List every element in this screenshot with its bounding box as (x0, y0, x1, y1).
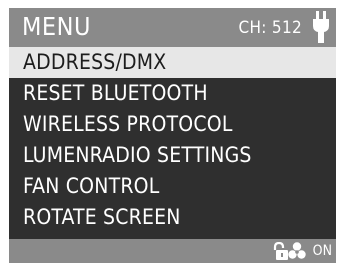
header-bar: MENU CH: 512 (9, 8, 336, 47)
menu-item-fan-control[interactable]: FAN CONTROL (9, 171, 336, 202)
menu-item-wireless-protocol[interactable]: WIRELESS PROTOCOL (9, 109, 336, 140)
menu-item-lumenradio-settings[interactable]: LUMENRADIO SETTINGS (9, 140, 336, 171)
fan-status-text: ON (312, 243, 332, 259)
unlocked-icon (273, 242, 288, 260)
menu-item-address-dmx[interactable]: ADDRESS/DMX (9, 47, 336, 78)
menu-item-label: ROTATE SCREEN (23, 205, 181, 229)
menu-item-rotate-screen[interactable]: ROTATE SCREEN (9, 202, 336, 233)
menu-list: ADDRESS/DMX RESET BLUETOOTH WIRELESS PRO… (9, 47, 336, 233)
channel-indicator: CH: 512 (238, 18, 302, 38)
menu-item-label: RESET BLUETOOTH (23, 81, 208, 105)
menu-item-reset-bluetooth[interactable]: RESET BLUETOOTH (9, 78, 336, 109)
fan-icon (288, 242, 306, 259)
menu-item-label: WIRELESS PROTOCOL (23, 112, 233, 136)
status-bar: ON (9, 239, 336, 263)
menu-title: MENU (22, 12, 91, 41)
plug-icon (313, 11, 329, 43)
device-screen: MENU CH: 512 ADDRESS/DMX RESET BLUETOOTH… (9, 8, 336, 263)
menu-item-label: FAN CONTROL (23, 174, 160, 198)
menu-item-label: ADDRESS/DMX (23, 50, 167, 74)
menu-item-label: LUMENRADIO SETTINGS (23, 143, 252, 167)
